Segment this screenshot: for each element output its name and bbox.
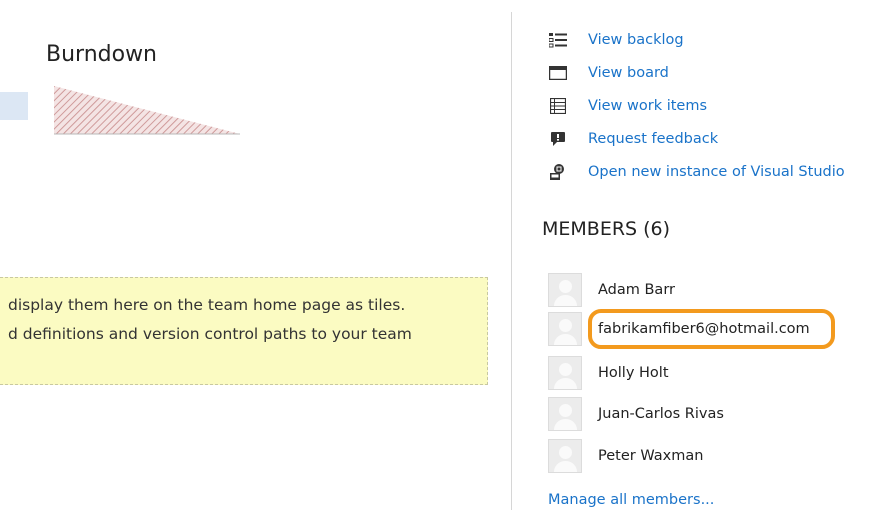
avatar — [548, 439, 582, 473]
view-backlog-link[interactable]: View backlog — [548, 28, 684, 52]
member-name[interactable]: Holly Holt — [598, 365, 669, 381]
open-visual-studio-label[interactable]: Open new instance of Visual Studio — [588, 164, 845, 180]
view-backlog-label[interactable]: View backlog — [588, 32, 684, 48]
team-home-main: Burndown display them here on the team h… — [0, 0, 510, 510]
avatar — [548, 312, 582, 346]
member-name[interactable]: Juan-Carlos Rivas — [598, 406, 724, 422]
burndown-remaining-area — [54, 86, 240, 134]
work-items-icon — [548, 97, 568, 115]
tiles-tip-box: display them here on the team home page … — [0, 277, 488, 385]
avatar — [548, 397, 582, 431]
request-feedback-link[interactable]: Request feedback — [548, 127, 718, 151]
sprint-bar-fragment — [0, 92, 28, 120]
member-item[interactable]: Holly Holt — [548, 356, 669, 390]
request-feedback-label[interactable]: Request feedback — [588, 131, 718, 147]
visual-studio-icon — [548, 163, 568, 181]
burndown-chart[interactable] — [54, 86, 244, 136]
backlog-list-icon — [548, 31, 568, 49]
highlight-callout — [588, 309, 835, 349]
board-icon — [548, 64, 568, 82]
team-side-panel: View backlog View board View work items — [520, 0, 870, 510]
open-visual-studio-link[interactable]: Open new instance of Visual Studio — [548, 160, 845, 184]
view-board-link[interactable]: View board — [548, 61, 669, 85]
member-item[interactable]: Peter Waxman — [548, 439, 703, 473]
tip-text-line-1: display them here on the team home page … — [8, 296, 406, 314]
member-name[interactable]: Peter Waxman — [598, 448, 703, 464]
avatar — [548, 273, 582, 307]
member-name[interactable]: Adam Barr — [598, 282, 675, 298]
view-work-items-link[interactable]: View work items — [548, 94, 707, 118]
feedback-icon — [548, 130, 568, 148]
tip-text-line-2: d definitions and version control paths … — [8, 325, 412, 343]
burndown-title: Burndown — [46, 42, 157, 67]
panel-divider — [511, 12, 512, 510]
avatar — [548, 356, 582, 390]
view-board-label[interactable]: View board — [588, 65, 669, 81]
members-heading: MEMBERS (6) — [542, 218, 671, 240]
manage-all-members-link[interactable]: Manage all members... — [548, 492, 714, 508]
view-work-items-label[interactable]: View work items — [588, 98, 707, 114]
member-item[interactable]: Juan-Carlos Rivas — [548, 397, 724, 431]
member-item[interactable]: Adam Barr — [548, 273, 675, 307]
